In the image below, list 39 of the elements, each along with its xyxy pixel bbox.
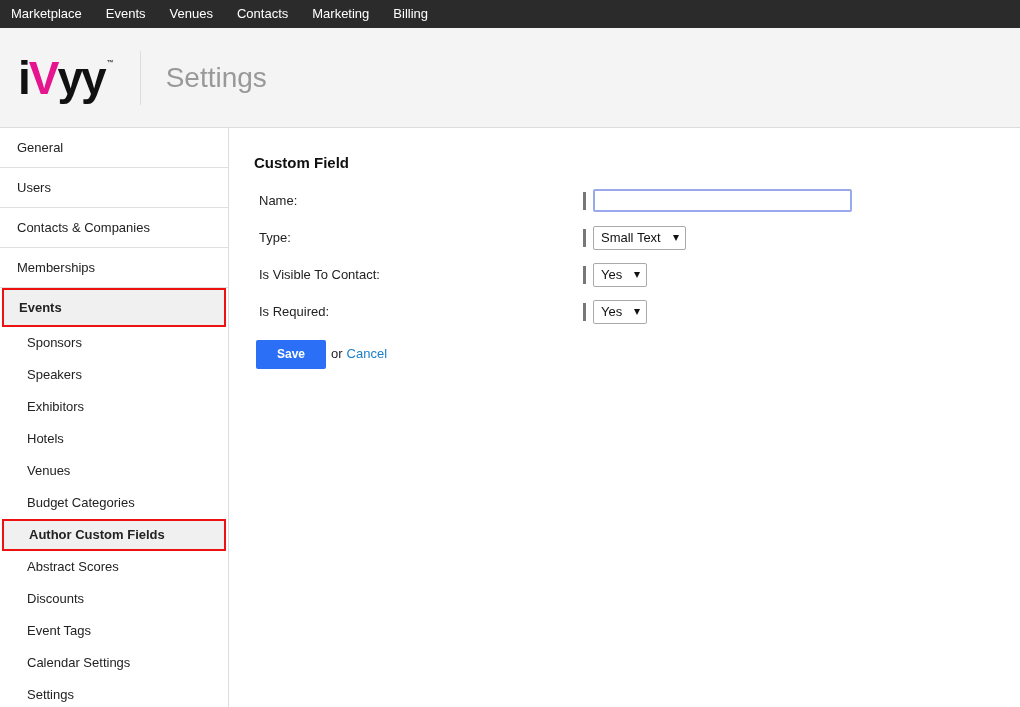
sidebar-item[interactable]: Events	[2, 288, 226, 327]
select-dropdown[interactable]: Small Text	[593, 225, 686, 250]
select-dropdown[interactable]: Yes	[593, 262, 648, 287]
field-label: Name:	[259, 191, 299, 210]
top-nav-link[interactable]: Billing	[393, 4, 428, 24]
sidebar-item[interactable]: Speakers	[0, 359, 228, 391]
sidebar-item[interactable]: General	[0, 128, 228, 167]
sidebar-item[interactable]: Calendar Settings	[0, 647, 228, 679]
name-input[interactable]	[593, 189, 852, 212]
caret-icon	[634, 308, 641, 315]
form-title: Custom Field	[254, 153, 350, 173]
sidebar-item[interactable]: Exhibitors	[0, 391, 228, 423]
sidebar-item[interactable]: Contacts & Companies	[0, 208, 228, 247]
top-nav-link[interactable]: Venues	[169, 4, 213, 24]
top-nav-link[interactable]: Marketing	[312, 4, 370, 24]
sidebar-item[interactable]: Users	[0, 168, 228, 207]
sidebar-item[interactable]: Discounts	[0, 583, 228, 615]
caret-icon	[672, 234, 679, 241]
sidebar-item[interactable]: Event Tags	[0, 615, 228, 647]
sidebar-item[interactable]: Abstract Scores	[0, 551, 228, 583]
field-label: Is Required:	[259, 302, 331, 321]
select-dropdown[interactable]: Yes	[593, 299, 648, 324]
cancel-link[interactable]: Cancel	[346, 344, 388, 364]
sidebar-item[interactable]: Settings	[0, 679, 228, 707]
top-nav-link[interactable]: Contacts	[236, 4, 289, 24]
field-label: Is Visible To Contact:	[259, 265, 381, 284]
or-text: or	[331, 345, 343, 364]
sidebar-item[interactable]: Sponsors	[0, 327, 228, 359]
sidebar-item[interactable]: Venues	[0, 455, 228, 487]
save-button[interactable]: Save	[256, 339, 326, 369]
page-title: Settings	[165, 60, 267, 95]
sidebar-item[interactable]: Hotels	[0, 423, 228, 455]
sidebar-item[interactable]: Author Custom Fields	[2, 519, 226, 551]
top-nav-link[interactable]: Events	[105, 4, 146, 24]
field-label: Type:	[259, 228, 292, 247]
sidebar-item[interactable]: Memberships	[0, 248, 228, 287]
sidebar-item[interactable]: Budget Categories	[0, 487, 228, 519]
top-nav-link[interactable]: Marketplace	[11, 4, 82, 24]
caret-icon	[634, 271, 641, 278]
